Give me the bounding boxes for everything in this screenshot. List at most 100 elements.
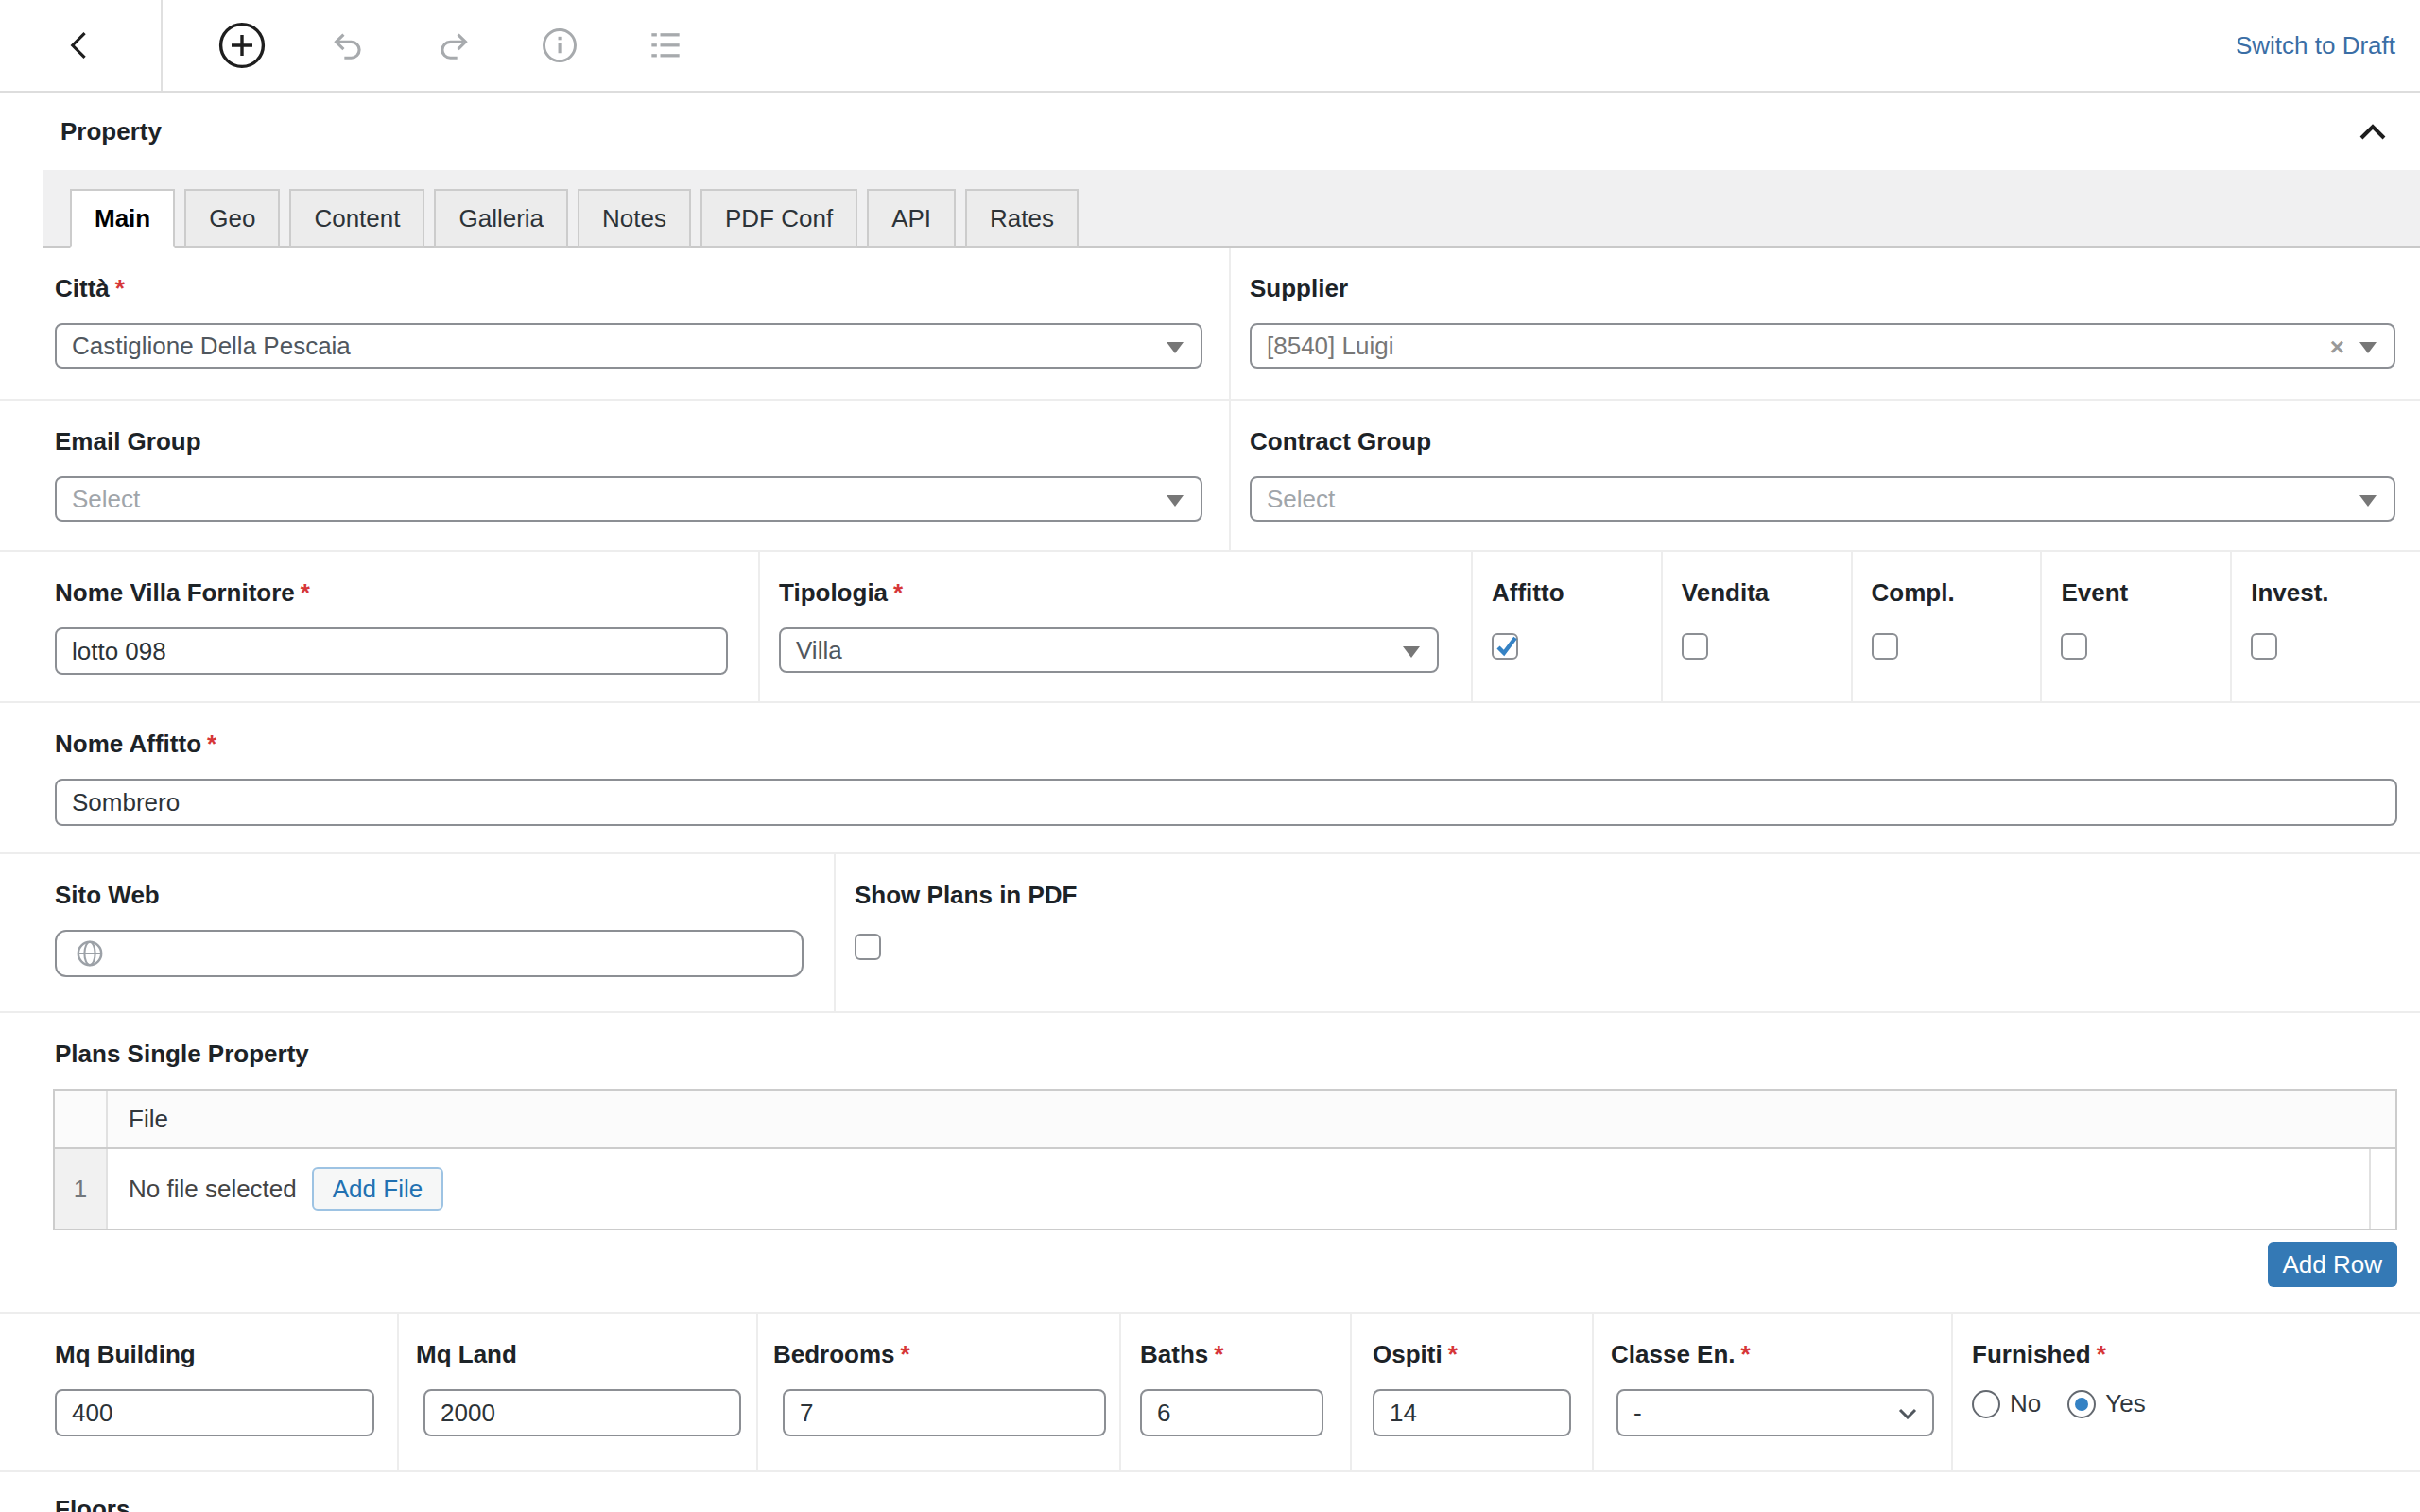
tab-content[interactable]: Content <box>289 189 424 248</box>
add-block-button[interactable] <box>212 15 272 76</box>
citta-required-marker: * <box>115 274 125 302</box>
contract-group-dropdown-arrow-icon <box>2360 495 2377 507</box>
contract-group-label: Contract Group <box>1250 427 1431 455</box>
no-file-selected-text: No file selected <box>129 1175 297 1204</box>
redo-button[interactable] <box>424 15 484 76</box>
add-file-button[interactable]: Add File <box>312 1167 443 1211</box>
furnished-no-radio[interactable] <box>1972 1390 2000 1418</box>
mq-building-input[interactable] <box>55 1389 374 1436</box>
compl-checkbox[interactable] <box>1872 633 1898 660</box>
plans-order-column-header <box>55 1091 108 1147</box>
nome-affitto-required-marker: * <box>207 730 216 758</box>
undo-icon <box>327 25 369 66</box>
baths-label: Baths <box>1140 1340 1208 1368</box>
supplier-label: Supplier <box>1250 274 1348 302</box>
furnished-label: Furnished <box>1972 1340 2091 1368</box>
field-invest: Invest. <box>2230 552 2420 701</box>
field-vendita: Vendita <box>1661 552 1851 701</box>
field-show-plans: Show Plans in PDF <box>834 854 2420 1011</box>
citta-dropdown-arrow-icon <box>1167 342 1184 353</box>
field-bedrooms: Bedrooms* <box>756 1314 1119 1470</box>
furnished-yes-radio[interactable] <box>2067 1390 2096 1418</box>
tab-pdf-conf[interactable]: PDF Conf <box>700 189 857 248</box>
back-button[interactable] <box>0 0 163 91</box>
row-floors: Floors <box>0 1472 2420 1512</box>
list-view-button[interactable] <box>635 15 696 76</box>
info-button[interactable] <box>529 15 590 76</box>
email-group-placeholder: Select <box>72 485 140 514</box>
tab-rates[interactable]: Rates <box>965 189 1079 248</box>
classe-en-select[interactable]: - <box>1616 1389 1934 1436</box>
field-mq-building: Mq Building <box>0 1314 397 1470</box>
property-panel-title: Property <box>60 117 162 146</box>
row-nome-affitto: Nome Affitto* <box>0 703 2420 854</box>
classe-en-label: Classe En. <box>1611 1340 1736 1368</box>
field-nome-affitto: Nome Affitto* <box>0 703 2420 852</box>
row-plans: Plans Single Property File 1 No file sel… <box>0 1013 2420 1314</box>
tipologia-required-marker: * <box>893 578 903 607</box>
show-plans-label: Show Plans in PDF <box>855 881 1077 909</box>
furnished-no-label: No <box>2010 1389 2041 1418</box>
bedrooms-input[interactable] <box>783 1389 1106 1436</box>
nome-affitto-input[interactable] <box>55 779 2397 826</box>
event-checkbox[interactable] <box>2061 633 2087 660</box>
undo-button[interactable] <box>318 15 378 76</box>
show-plans-checkbox[interactable] <box>855 934 881 960</box>
vendita-checkbox[interactable] <box>1682 633 1708 660</box>
vendita-label: Vendita <box>1682 578 1769 607</box>
property-panel-header: Property <box>0 93 2420 170</box>
plans-row-actions <box>2369 1149 2395 1228</box>
supplier-clear-icon[interactable]: × <box>2330 333 2344 362</box>
baths-input[interactable] <box>1140 1389 1323 1436</box>
classe-en-required-marker: * <box>1741 1340 1751 1368</box>
ospiti-input[interactable] <box>1373 1389 1571 1436</box>
contract-group-select[interactable]: Select <box>1250 476 2395 522</box>
invest-checkbox[interactable] <box>2251 633 2277 660</box>
supplier-select[interactable]: [8540] Luigi × <box>1250 323 2395 369</box>
tab-api[interactable]: API <box>867 189 956 248</box>
mq-land-label: Mq Land <box>416 1340 517 1368</box>
contract-group-placeholder: Select <box>1267 485 1335 514</box>
field-citta: Città* Castiglione Della Pescaia <box>0 248 1229 399</box>
tab-geo[interactable]: Geo <box>184 189 280 248</box>
plans-file-column-header: File <box>108 1105 168 1134</box>
add-row-button[interactable]: Add Row <box>2268 1242 2398 1287</box>
email-group-label: Email Group <box>55 427 201 455</box>
plans-table-row: 1 No file selected Add File <box>55 1149 2395 1228</box>
affitto-checkbox[interactable] <box>1492 633 1518 660</box>
row-sito-web: Sito Web Show Plans in PDF <box>0 854 2420 1013</box>
ospiti-label: Ospiti <box>1373 1340 1443 1368</box>
bedrooms-label: Bedrooms <box>773 1340 895 1368</box>
field-nome-villa-fornitore: Nome Villa Fornitore* <box>0 552 758 701</box>
chevron-up-icon <box>2358 122 2388 141</box>
citta-value: Castiglione Della Pescaia <box>72 332 351 361</box>
field-email-group: Email Group Select <box>0 401 1229 550</box>
plus-circle-icon <box>217 21 267 70</box>
field-baths: Baths* <box>1119 1314 1350 1470</box>
compl-label: Compl. <box>1872 578 1955 607</box>
tab-notes[interactable]: Notes <box>578 189 691 248</box>
citta-select[interactable]: Castiglione Della Pescaia <box>55 323 1202 369</box>
tab-main[interactable]: Main <box>70 189 175 248</box>
classe-en-value: - <box>1634 1399 1642 1428</box>
collapse-panel-button[interactable] <box>2358 122 2388 141</box>
nome-villa-fornitore-input[interactable] <box>55 627 728 675</box>
supplier-value: [8540] Luigi <box>1267 332 1393 361</box>
sito-web-input[interactable] <box>55 930 804 977</box>
globe-icon <box>76 939 104 968</box>
sito-web-label: Sito Web <box>55 881 160 909</box>
email-group-select[interactable]: Select <box>55 476 1202 522</box>
tipologia-select[interactable]: Villa <box>779 627 1439 673</box>
row-email-contract: Email Group Select Contract Group Select <box>0 401 2420 552</box>
list-view-icon <box>645 25 686 66</box>
tab-galleria[interactable]: Galleria <box>434 189 568 248</box>
nome-villa-fornitore-required-marker: * <box>301 578 310 607</box>
citta-label: Città <box>55 274 110 302</box>
field-mq-land: Mq Land <box>397 1314 756 1470</box>
tipologia-dropdown-arrow-icon <box>1403 646 1420 658</box>
mq-land-input[interactable] <box>424 1389 741 1436</box>
switch-to-draft-link[interactable]: Switch to Draft <box>2236 31 2395 60</box>
field-affitto: Affitto <box>1471 552 1661 701</box>
floors-label: Floors <box>55 1495 130 1512</box>
plans-row-number[interactable]: 1 <box>55 1149 108 1228</box>
